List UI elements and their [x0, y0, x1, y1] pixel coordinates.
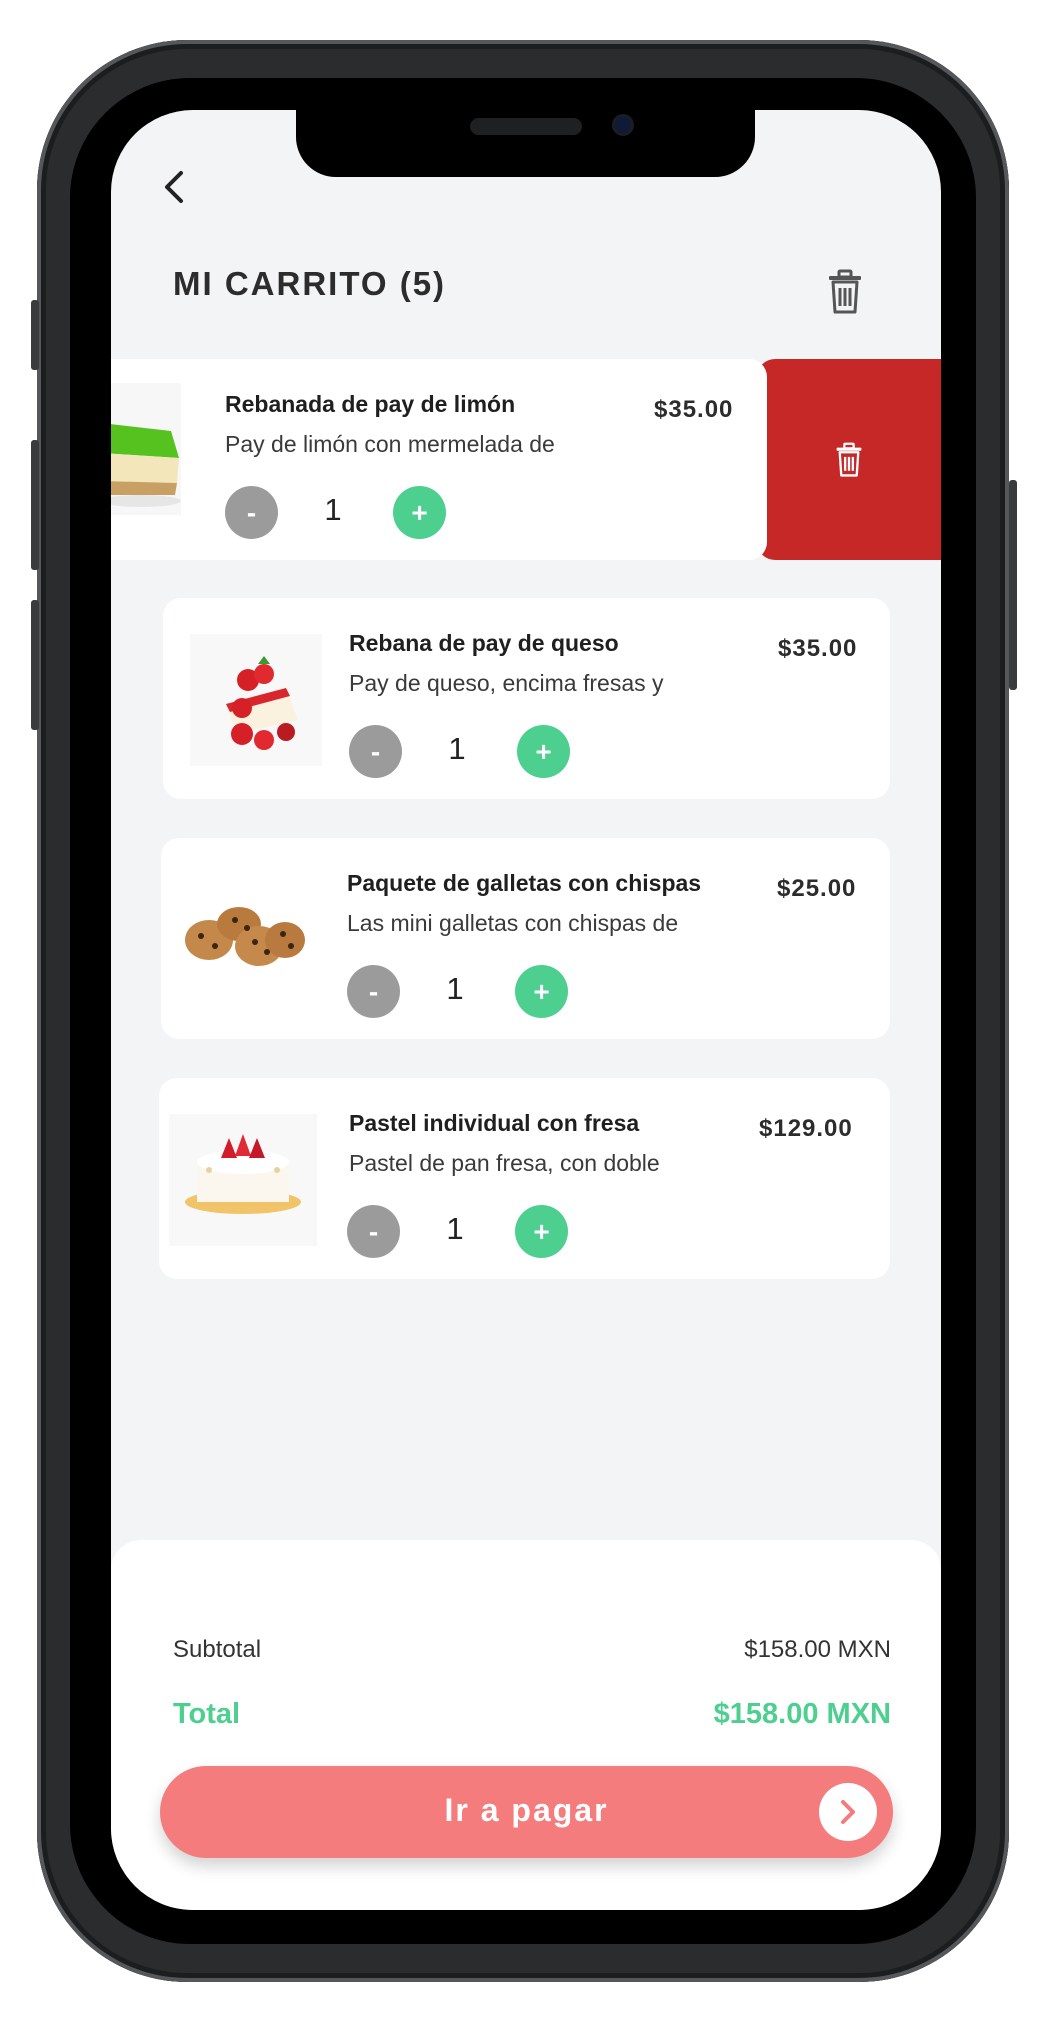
- page-title: MI CARRITO (5): [173, 265, 447, 302]
- item-quantity: 1: [448, 731, 466, 766]
- cart-item-card[interactable]: Pastel individual con fresa Pastel de pa…: [159, 1078, 890, 1279]
- cart-item-card[interactable]: Paquete de galletas con chispas Las mini…: [161, 838, 890, 1039]
- subtotal-label: Subtotal: [173, 1636, 262, 1663]
- item-quantity: 1: [324, 492, 342, 527]
- trash-icon: [836, 442, 862, 477]
- subtotal-value: $158.00 MXN: [744, 1636, 891, 1663]
- checkout-button[interactable]: Ir a pagar: [160, 1766, 893, 1858]
- item-description: Pay de limón con mermelada de: [225, 431, 555, 457]
- product-image-strawberry-cake: [169, 1114, 317, 1246]
- product-image-lime-pie: [111, 383, 233, 515]
- chevron-right-icon: [841, 1800, 855, 1824]
- trash-icon: [829, 269, 861, 314]
- cart-item-card[interactable]: Rebanada de pay de limón Pay de limón co…: [111, 359, 767, 560]
- increase-qty-button[interactable]: +: [517, 725, 570, 778]
- phone-speaker: [470, 118, 582, 135]
- total-value: $158.00 MXN: [713, 1698, 891, 1730]
- item-name: Rebanada de pay de limón: [225, 391, 516, 417]
- phone-camera: [612, 114, 634, 136]
- checkout-arrow: [819, 1783, 877, 1841]
- item-description: Pay de queso, encima fresas y: [349, 670, 664, 696]
- item-name: Rebana de pay de queso: [349, 630, 619, 656]
- side-button: [31, 440, 39, 570]
- total-label: Total: [173, 1698, 241, 1730]
- back-arrow-icon: [165, 171, 183, 203]
- cart-item-card[interactable]: Rebana de pay de queso Pay de queso, enc…: [163, 598, 890, 799]
- item-quantity: 1: [446, 971, 464, 1006]
- product-image-cookies: [175, 874, 307, 1006]
- product-image-cheesecake: [190, 634, 322, 766]
- decrease-qty-button[interactable]: -: [225, 486, 278, 539]
- clear-cart-button[interactable]: [823, 268, 867, 316]
- swipe-delete-button[interactable]: [757, 359, 941, 560]
- decrease-qty-button[interactable]: -: [347, 965, 400, 1018]
- item-price: $129.00: [759, 1115, 853, 1142]
- increase-qty-button[interactable]: +: [393, 486, 446, 539]
- back-button[interactable]: [154, 162, 194, 212]
- item-price: $25.00: [777, 875, 857, 902]
- app-screen: MI CARRITO (5) Rebanada de pay de limón …: [111, 110, 941, 1910]
- increase-qty-button[interactable]: +: [515, 965, 568, 1018]
- item-description: Las mini galletas con chispas de: [347, 910, 679, 936]
- increase-qty-button[interactable]: +: [515, 1205, 568, 1258]
- item-price: $35.00: [778, 635, 858, 662]
- item-quantity: 1: [446, 1211, 464, 1246]
- decrease-qty-button[interactable]: -: [349, 725, 402, 778]
- decrease-qty-button[interactable]: -: [347, 1205, 400, 1258]
- item-description: Pastel de pan fresa, con doble: [349, 1150, 660, 1176]
- order-summary: Subtotal $158.00 MXN Total $158.00 MXN I…: [111, 1540, 941, 1910]
- checkout-label: Ir a pagar: [444, 1792, 609, 1828]
- side-button: [1009, 480, 1017, 690]
- item-name: Pastel individual con fresa: [349, 1110, 640, 1136]
- side-button: [31, 300, 39, 370]
- side-button: [31, 600, 39, 730]
- item-price: $35.00: [654, 396, 734, 423]
- item-name: Paquete de galletas con chispas: [347, 870, 702, 896]
